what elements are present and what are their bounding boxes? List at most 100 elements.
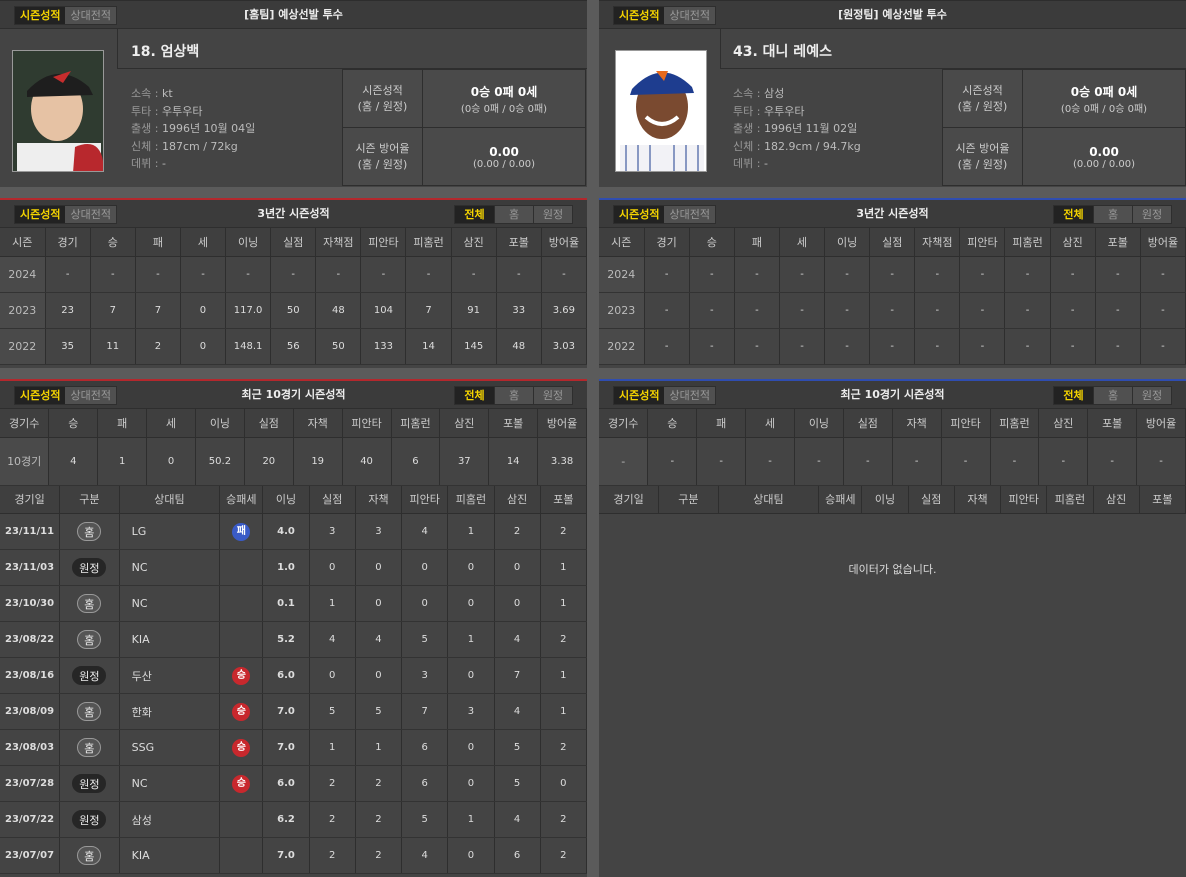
stat-cell: - <box>315 256 362 293</box>
row-label-cell: 2024 <box>0 256 46 293</box>
stat-r: 1 <box>309 729 356 766</box>
stat-cell: - <box>1050 256 1096 293</box>
home-away-cell: 원정 <box>59 549 120 586</box>
row-label-cell: 2022 <box>0 328 46 365</box>
home-3season-table: 시즌 경기 승 패 세 이닝 실점 자책점 피안타 피홈런 삼진 포볼 방어율 2024- - - - - - - - -… <box>0 228 588 365</box>
stat-hr: 0 <box>447 657 495 694</box>
stat-so: 0 <box>494 585 541 622</box>
split-selector: 전체 홈 원정 <box>1053 205 1172 224</box>
opponent-team: 두산 <box>119 657 221 694</box>
record-split: (0승 0패 / 0승 0패) <box>460 104 548 115</box>
stat-cell: 56 <box>270 328 317 365</box>
stat-h: 7 <box>401 693 449 730</box>
stat-cell: - <box>990 437 1040 486</box>
game-row[interactable]: 23/07/07 홈 KIA 7.0 2 2 4 0 6 2 <box>0 837 588 874</box>
stat-cell: - <box>1087 437 1138 486</box>
stat-cell: 7 <box>135 292 181 329</box>
stat-h: 4 <box>401 837 449 874</box>
home-away-cell: 홈 <box>59 693 120 730</box>
game-row[interactable]: 23/07/28 원정 NC 승 6.0 2 2 6 0 5 0 <box>0 765 588 802</box>
column-header: 실점 <box>244 409 294 438</box>
column-header: 세 <box>180 228 227 257</box>
seg-away[interactable]: 원정 <box>1132 206 1171 223</box>
opponent-team: KIA <box>119 621 221 658</box>
seg-all[interactable]: 전체 <box>455 206 494 223</box>
season-summary: 시즌성적 (홈 / 원정) 0승 0패 0세 (0승 0패 / 0승 0패) 시즌… <box>942 69 1186 186</box>
column-header: 승 <box>48 409 99 438</box>
stat-cell: - <box>1140 256 1186 293</box>
seg-home[interactable]: 홈 <box>1093 387 1132 404</box>
stat-h: 0 <box>401 585 449 622</box>
game-row[interactable]: 23/10/30 홈 NC 0.1 1 0 0 0 0 1 <box>0 585 588 622</box>
home-away-badge: 원정 <box>72 666 107 685</box>
game-row[interactable]: 23/08/03 홈 SSG 승 7.0 1 1 6 0 5 2 <box>0 729 588 766</box>
stat-cell: - <box>541 256 588 293</box>
seg-all[interactable]: 전체 <box>1054 206 1093 223</box>
stat-cell: - <box>824 292 871 329</box>
stat-cell: 37 <box>439 437 490 486</box>
decision-cell <box>219 621 264 658</box>
game-row[interactable]: 23/11/11 홈 LG 패 4.0 3 3 4 1 2 2 <box>0 513 588 550</box>
stat-r: 2 <box>309 765 356 802</box>
decision-badge: 승 <box>232 702 251 721</box>
seg-home[interactable]: 홈 <box>494 387 533 404</box>
stat-cell: - <box>843 437 893 486</box>
stat-cell: 11 <box>90 328 136 365</box>
seg-away[interactable]: 원정 <box>533 387 572 404</box>
home-away-badge: 원정 <box>72 810 107 829</box>
stat-cell: - <box>1095 256 1141 293</box>
column-header: 피홈런 <box>447 485 495 514</box>
info-hand: 투타 : 우투우타 <box>733 104 805 118</box>
decision-cell <box>219 585 264 622</box>
column-header: 시즌 <box>599 228 645 257</box>
away-game-log-table: 경기일 구분 상대팀 승패세 이닝 실점 자책 피안타 피홈런 삼진 포볼 <box>599 485 1186 514</box>
player-photo-image <box>616 51 706 171</box>
stat-cell: - <box>644 328 690 365</box>
column-header: 이닝 <box>195 409 245 438</box>
column-header: 피안타 <box>1000 485 1048 514</box>
home-away-badge: 홈 <box>77 738 102 757</box>
stat-cell: 50 <box>315 328 362 365</box>
stat-cell: - <box>405 256 452 293</box>
game-row[interactable]: 23/11/03 원정 NC 1.0 0 0 0 0 0 1 <box>0 549 588 586</box>
column-header: 승패세 <box>219 485 264 514</box>
stat-ip: 6.2 <box>262 801 310 838</box>
row-label-cell: 2022 <box>599 328 645 365</box>
column-header: 자책 <box>355 485 403 514</box>
seg-away[interactable]: 원정 <box>1132 387 1171 404</box>
seg-all[interactable]: 전체 <box>455 387 494 404</box>
stat-cell: - <box>824 328 871 365</box>
game-row[interactable]: 23/08/22 홈 KIA 5.2 4 4 5 1 4 2 <box>0 621 588 658</box>
stat-cell: - <box>914 328 961 365</box>
stat-h: 3 <box>401 657 449 694</box>
stat-cell: - <box>1050 292 1096 329</box>
stat-cell: - <box>779 292 826 329</box>
header-row: 경기수 승 패 세 이닝 실점 자책 피안타 피홈런 삼진 포볼 방어율 <box>0 409 587 438</box>
stat-h: 5 <box>401 801 449 838</box>
info-team: 소속 : kt <box>131 87 173 100</box>
game-row[interactable]: 23/08/16 원정 두산 승 6.0 0 0 3 0 7 1 <box>0 657 588 694</box>
game-row[interactable]: 23/08/09 홈 한화 승 7.0 5 5 7 3 4 1 <box>0 693 588 730</box>
stat-r: 0 <box>309 657 356 694</box>
home-column: 시즌성적 상대전적 [홈팀] 예상선발 투수 18. 엄상백 소속 : kt 투… <box>0 0 588 877</box>
stat-h: 5 <box>401 621 449 658</box>
column-header: 자책 <box>293 409 343 438</box>
stat-cell: - <box>914 292 961 329</box>
home-recent-summary-table: 경기수 승 패 세 이닝 실점 자책 피안타 피홈런 삼진 포볼 방어율 10경기 4 1 0 50.2 20 19… <box>0 409 587 486</box>
game-row[interactable]: 23/07/22 원정 삼성 6.2 2 2 5 1 4 2 <box>0 801 588 838</box>
seg-home[interactable]: 홈 <box>494 206 533 223</box>
seg-all[interactable]: 전체 <box>1054 387 1093 404</box>
away-3season-panel: 시즌성적 상대전적 3년간 시즌성적 전체 홈 원정 시즌 경기 승 패 세 이닝 실점 자책… <box>599 198 1186 368</box>
stat-cell: 7 <box>90 292 136 329</box>
stat-cell: - <box>779 256 826 293</box>
seg-away[interactable]: 원정 <box>533 206 572 223</box>
game-date: 23/07/07 <box>0 837 61 874</box>
home-away-cell: 원정 <box>59 657 120 694</box>
stat-so: 7 <box>494 657 541 694</box>
seg-home[interactable]: 홈 <box>1093 206 1132 223</box>
column-header: 이닝 <box>794 409 844 438</box>
away-3season-table: 시즌 경기 승 패 세 이닝 실점 자책점 피안타 피홈런 삼진 포볼 방어율 2024- - - - - - - - -… <box>599 228 1186 365</box>
stat-cell: 0 <box>146 437 196 486</box>
stat-so: 0 <box>494 549 541 586</box>
home-pitcher-panel: 시즌성적 상대전적 [홈팀] 예상선발 투수 18. 엄상백 소속 : kt 투… <box>0 0 587 187</box>
